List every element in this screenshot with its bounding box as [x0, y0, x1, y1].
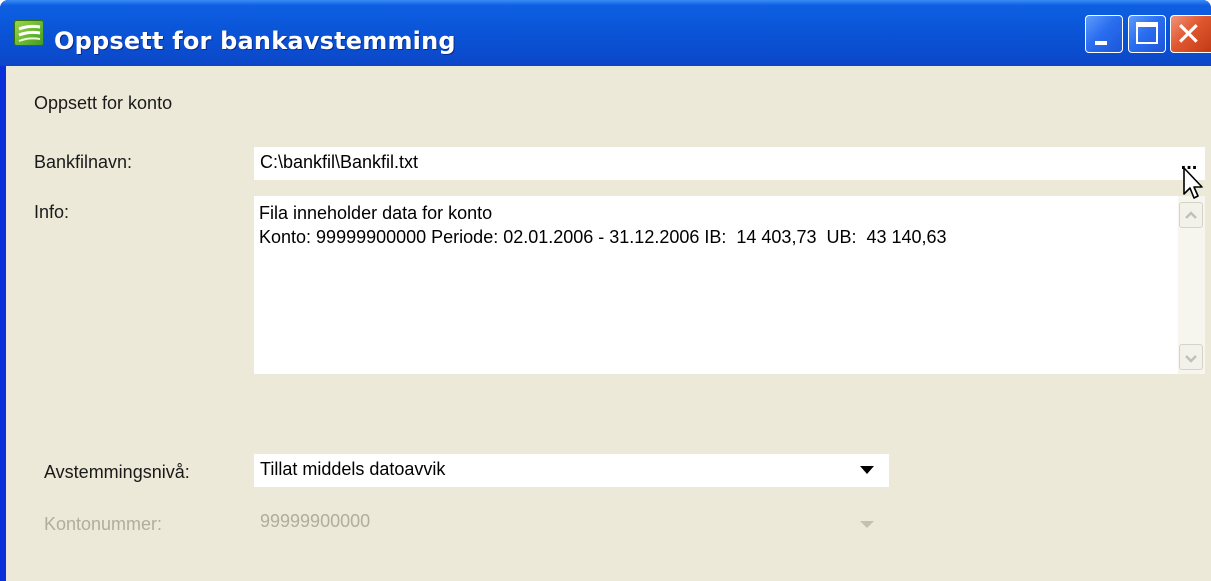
- account-number-select: 99999900000: [254, 506, 889, 539]
- info-textarea[interactable]: Fila inneholder data for konto Konto: 99…: [254, 196, 1205, 374]
- info-label: Info:: [34, 202, 70, 222]
- app-logo-icon: [14, 20, 44, 46]
- reconciliation-level-value: Tillat middels datoavvik: [260, 459, 446, 479]
- bankfile-input[interactable]: C:\bankfil\Bankfil.txt: [254, 147, 1205, 180]
- chevron-up-icon: [1185, 211, 1197, 219]
- dropdown-arrow-icon-disabled: [860, 521, 874, 528]
- scroll-up-button[interactable]: [1179, 202, 1203, 228]
- bankfile-label: Bankfilnavn:: [34, 152, 133, 172]
- minimize-button[interactable]: [1085, 15, 1123, 53]
- chevron-down-icon: [1185, 355, 1197, 363]
- reconciliation-level-label: Avstemmingsnivå:: [44, 462, 190, 482]
- minimize-icon: [1095, 41, 1107, 45]
- reconciliation-level-select[interactable]: Tillat middels datoavvik: [254, 454, 889, 487]
- bankfile-value: C:\bankfil\Bankfil.txt: [260, 152, 419, 172]
- mouse-pointer-icon: [1183, 167, 1203, 199]
- info-line-2: Konto: 99999900000 Periode: 02.01.2006 -…: [259, 227, 947, 247]
- dialog-window: Oppsett for bankavstemming ✕ Oppsett for…: [0, 0, 1211, 581]
- title-bar[interactable]: Oppsett for bankavstemming ✕: [0, 0, 1211, 66]
- window-title: Oppsett for bankavstemming: [54, 27, 456, 55]
- maximize-icon: [1136, 22, 1158, 44]
- section-header: Oppsett for konto: [34, 93, 173, 113]
- close-icon: ✕: [1175, 15, 1202, 53]
- dropdown-arrow-icon[interactable]: [860, 466, 874, 474]
- dialog-body: Oppsett for konto Bankfilnavn: C:\bankfi…: [6, 66, 1211, 581]
- scroll-down-button[interactable]: [1179, 344, 1203, 370]
- info-text: Fila inneholder data for konto Konto: 99…: [259, 201, 947, 249]
- account-number-value: 99999900000: [260, 511, 371, 531]
- close-button[interactable]: ✕: [1170, 15, 1211, 53]
- info-line-1: Fila inneholder data for konto: [259, 203, 493, 223]
- maximize-button[interactable]: [1128, 15, 1166, 53]
- account-number-label: Kontonummer:: [44, 514, 163, 534]
- info-scrollbar[interactable]: [1178, 196, 1205, 374]
